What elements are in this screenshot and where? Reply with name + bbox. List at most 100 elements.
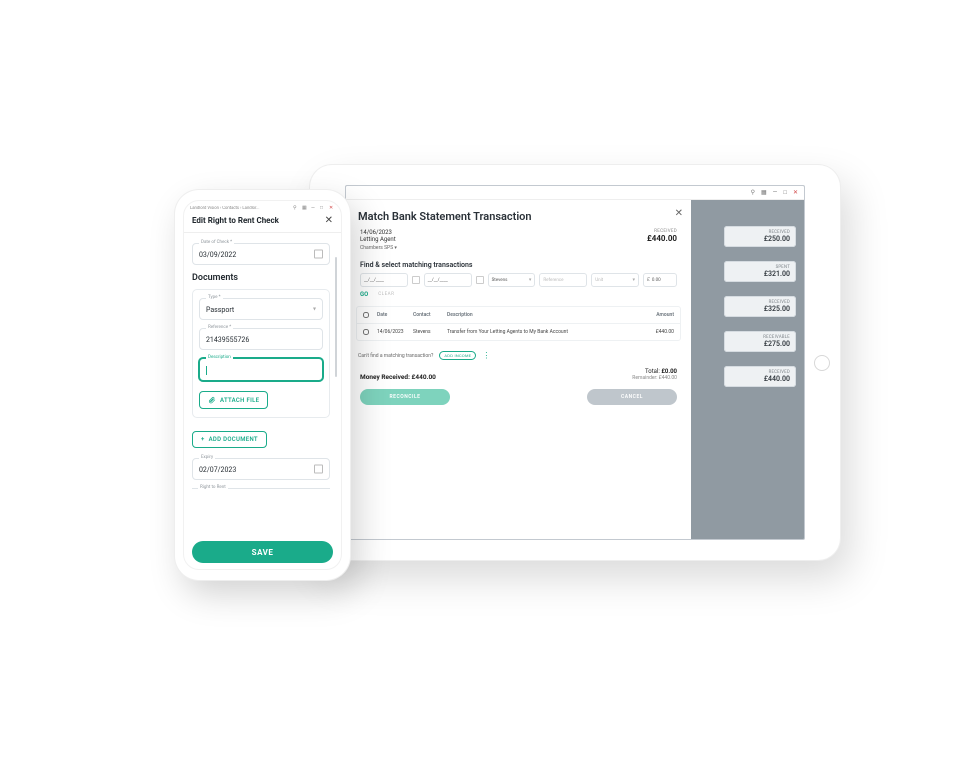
add-income-button[interactable]: ADD INCOME xyxy=(439,351,476,360)
cancel-button[interactable]: CANCEL xyxy=(587,389,677,405)
filter-go-button[interactable]: GO xyxy=(360,291,368,298)
documents-heading: Documents xyxy=(192,273,330,283)
side-card[interactable]: SPENT £321.00 xyxy=(724,261,796,282)
side-card-amount: £325.00 xyxy=(730,305,790,313)
minimize-icon[interactable]: — xyxy=(773,189,778,196)
total-value: £0.00 xyxy=(661,368,677,375)
filter-amount[interactable]: £0.00 xyxy=(643,273,677,287)
field-label: Type * xyxy=(206,295,223,300)
calendar-icon[interactable] xyxy=(476,276,484,284)
side-card[interactable]: RECEIVED £250.00 xyxy=(724,226,796,247)
attach-file-button[interactable]: ATTACH FILE xyxy=(199,391,268,409)
close-icon[interactable]: ✕ xyxy=(329,205,335,211)
table-header: Date Contact Description Amount xyxy=(357,307,680,324)
modal-payee: Letting Agent xyxy=(360,236,396,243)
filter-unit[interactable]: Unit▾ xyxy=(591,273,639,287)
close-icon[interactable]: ✕ xyxy=(325,215,333,226)
close-icon[interactable]: ✕ xyxy=(793,189,798,196)
tablet-home-button[interactable] xyxy=(814,355,830,371)
filter-row: __/__/____ __/__/____ Stevens▾ Reference… xyxy=(346,273,691,291)
side-card[interactable]: RECEIVED £325.00 xyxy=(724,296,796,317)
modal-title: Match Bank Statement Transaction xyxy=(346,200,691,229)
transaction-side-list: RECEIVED £250.00 SPENT £321.00 RECEIVED … xyxy=(724,226,796,387)
calendar-icon[interactable] xyxy=(412,276,420,284)
right-to-rent-field[interactable]: Right to Rent xyxy=(192,488,330,489)
field-value: 02/07/2023 xyxy=(193,459,329,479)
expiry-field[interactable]: Expiry 02/07/2023 xyxy=(192,458,330,480)
add-document-button[interactable]: + ADD DOCUMENT xyxy=(192,431,267,448)
row-amount: £440.00 xyxy=(638,329,674,335)
scrollbar[interactable] xyxy=(335,257,337,377)
side-card-amount: £250.00 xyxy=(730,235,790,243)
transactions-table: Date Contact Description Amount 14/06/20… xyxy=(356,306,681,341)
side-card-amount: £321.00 xyxy=(730,270,790,278)
filter-from[interactable]: __/__/____ xyxy=(360,273,408,287)
phone-header: Edit Right to Rent Check ✕ xyxy=(184,213,341,233)
side-card-amount: £275.00 xyxy=(730,340,790,348)
select-all-checkbox[interactable] xyxy=(363,312,369,318)
field-label: Date of Check * xyxy=(199,240,234,245)
date-of-check-field[interactable]: Date of Check * 03/09/2022 xyxy=(192,243,330,265)
reconcile-button[interactable]: RECONCILE xyxy=(360,389,450,405)
row-description: Transfer from Your Letting Agents to My … xyxy=(447,329,638,335)
maximize-icon[interactable]: □ xyxy=(320,205,326,211)
page-title: Edit Right to Rent Check xyxy=(192,216,279,225)
remainder-value: £440.00 xyxy=(659,375,677,381)
phone-device: Landlord Vision › Contacts › Landlor... … xyxy=(175,190,350,580)
filter-clear-button[interactable]: CLEAR xyxy=(378,292,394,297)
modal-close-icon[interactable]: ✕ xyxy=(675,208,683,219)
calendar-icon[interactable] xyxy=(314,250,323,259)
save-button[interactable]: SAVE xyxy=(192,541,333,563)
side-card-amount: £440.00 xyxy=(730,375,790,383)
table-row[interactable]: 14/06/2023 Stevens Transfer from Your Le… xyxy=(357,324,680,340)
minimize-icon[interactable]: — xyxy=(311,205,317,211)
field-value: 21439555726 xyxy=(200,329,322,349)
grid-icon[interactable]: ▦ xyxy=(302,205,308,211)
add-document-label: ADD DOCUMENT xyxy=(209,436,258,443)
modal-date: 14/06/2023 xyxy=(360,229,396,236)
document-card: Type * Passport ▾ Reference * 2143955572… xyxy=(192,289,330,418)
col-date: Date xyxy=(377,312,413,318)
paperclip-icon xyxy=(208,396,216,404)
doc-type-select[interactable]: Type * Passport ▾ xyxy=(199,298,323,320)
col-amount: Amount xyxy=(638,312,674,318)
modal-account[interactable]: Chambers SPS xyxy=(346,245,691,257)
search-icon[interactable]: ⚲ xyxy=(751,189,755,196)
row-checkbox[interactable] xyxy=(363,329,369,335)
side-card[interactable]: RECEIVABLE £275.00 xyxy=(724,331,796,352)
maximize-icon[interactable]: □ xyxy=(783,189,787,196)
attach-file-label: ATTACH FILE xyxy=(220,397,259,404)
breadcrumb: Landlord Vision › Contacts › Landlor... xyxy=(190,206,293,211)
match-transaction-modal: ✕ Match Bank Statement Transaction 14/06… xyxy=(346,200,691,539)
side-card[interactable]: RECEIVED £440.00 xyxy=(724,366,796,387)
text-cursor xyxy=(206,366,207,375)
more-options-icon[interactable]: ⋮ xyxy=(482,354,490,358)
field-label: Description xyxy=(206,355,233,360)
money-received: Money Received: £440.00 xyxy=(360,373,436,381)
filter-contact[interactable]: Stevens▾ xyxy=(488,273,536,287)
chevron-down-icon: ▾ xyxy=(313,306,316,313)
row-contact: Stevens xyxy=(413,329,447,335)
doc-reference-input[interactable]: Reference * 21439555726 xyxy=(199,328,323,350)
phone-screen: Landlord Vision › Contacts › Landlor... … xyxy=(183,200,342,570)
received-amount: £440.00 xyxy=(647,234,677,243)
find-section-title: Find & select matching transactions xyxy=(346,257,691,273)
cannot-find-text: Can't find a matching transaction? xyxy=(358,353,433,359)
calendar-icon[interactable] xyxy=(314,465,323,474)
field-label: Expiry xyxy=(199,455,215,460)
field-value: 03/09/2022 xyxy=(193,244,329,264)
tablet-device: ⚲ ▦ — □ ✕ RECEIVED £250.00 SPENT £321.00… xyxy=(310,165,840,560)
doc-description-input[interactable]: Description xyxy=(199,358,323,381)
filter-reference[interactable]: Reference xyxy=(539,273,587,287)
tablet-window-chrome: ⚲ ▦ — □ ✕ xyxy=(346,186,804,200)
col-description: Description xyxy=(447,312,638,318)
row-date: 14/06/2023 xyxy=(377,329,413,335)
col-contact: Contact xyxy=(413,312,447,318)
field-value: Passport xyxy=(200,299,322,319)
field-label: Reference * xyxy=(206,325,233,330)
search-icon[interactable]: ⚲ xyxy=(293,205,299,211)
grid-icon[interactable]: ▦ xyxy=(761,189,767,196)
total-label: Total: xyxy=(645,368,660,375)
remainder-label: Remainder: xyxy=(632,375,657,381)
filter-to[interactable]: __/__/____ xyxy=(424,273,472,287)
